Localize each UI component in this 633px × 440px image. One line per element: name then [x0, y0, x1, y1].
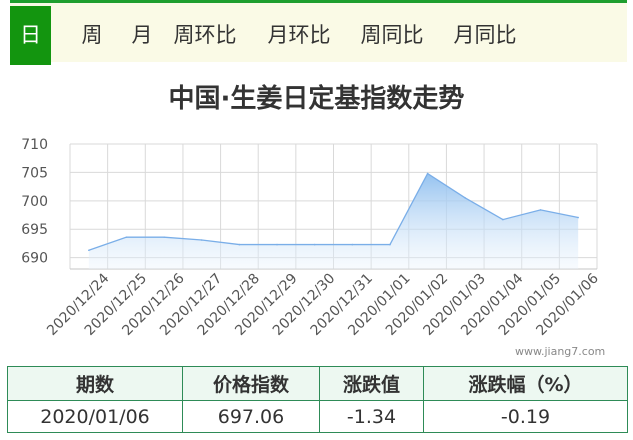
cell-change-value: -1.34 [319, 400, 424, 433]
site-watermark: www.jiang7.com [515, 345, 606, 358]
header-period: 期数 [7, 366, 183, 401]
data-point [502, 218, 504, 221]
y-tick-label: 710 [21, 137, 48, 153]
data-point [389, 243, 391, 246]
data-point [351, 243, 354, 246]
header-price-index: 价格指数 [182, 366, 320, 401]
y-tick-label: 690 [21, 251, 48, 267]
y-tick-label: 695 [21, 222, 48, 238]
y-axis-ticks: 690 695 700 705 710 [21, 137, 48, 267]
data-point [464, 197, 467, 199]
data-point [200, 239, 203, 241]
data-point [88, 249, 90, 252]
data-point [125, 236, 128, 238]
data-point [577, 216, 579, 219]
x-axis-ticks: 2020/12/242020/12/252020/12/262020/12/27… [44, 270, 602, 338]
cell-price-index: 697.06 [182, 400, 320, 433]
data-point [163, 236, 165, 238]
data-point [539, 209, 542, 211]
header-change-percent: 涨跌幅（%） [423, 366, 628, 401]
index-summary-table: 期数 价格指数 涨跌值 涨跌幅（%） 2020/01/06 697.06 -1.… [7, 366, 628, 433]
table-row: 2020/01/06 697.06 -1.34 -0.19 [7, 400, 628, 433]
header-change-value: 涨跌值 [319, 366, 424, 401]
data-point [238, 243, 241, 246]
data-point [313, 243, 316, 246]
cell-change-percent: -0.19 [423, 400, 628, 433]
y-tick-label: 700 [21, 194, 48, 210]
data-point [426, 172, 429, 175]
data-point [276, 243, 278, 246]
price-index-chart: 690 695 700 705 710 2020/12/242020/12/252020… [21, 137, 602, 339]
cell-period: 2020/01/06 [7, 400, 183, 433]
table-header-row: 期数 价格指数 涨跌值 涨跌幅（%） [7, 366, 628, 401]
y-tick-label: 705 [21, 165, 48, 181]
